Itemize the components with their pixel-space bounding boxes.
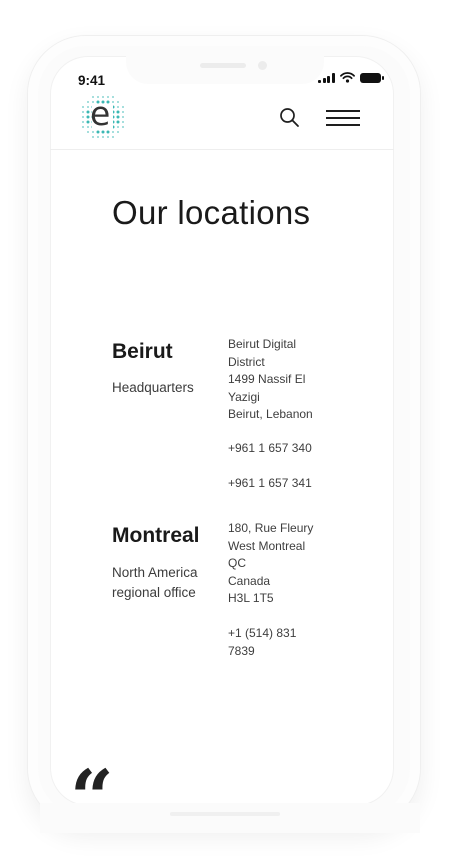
phone-link-montreal[interactable]: +1 (514) 831 7839	[228, 625, 323, 660]
device-bezel-bottom	[40, 803, 420, 833]
status-time: 9:41	[78, 73, 106, 88]
signal-icon	[318, 72, 335, 83]
wifi-icon	[339, 72, 355, 83]
hamburger-menu-icon	[326, 110, 360, 112]
address-line: QC	[228, 556, 246, 570]
search-icon	[280, 108, 299, 127]
brand-logo[interactable]: e	[78, 92, 128, 142]
address-line: District	[228, 354, 265, 369]
address-line: Beirut Digital	[228, 337, 297, 351]
menu-button[interactable]	[326, 106, 362, 130]
location-role-montreal: North America regional office	[112, 565, 198, 600]
location-city-beirut: Beirut	[112, 340, 173, 363]
location-city-montreal: Montreal	[112, 524, 200, 547]
speaker	[200, 63, 246, 68]
address-line: West Montreal	[228, 538, 306, 553]
logo-letter: e	[90, 94, 111, 133]
notch	[126, 50, 324, 84]
address-line: Canada	[228, 573, 271, 588]
home-indicator	[170, 812, 280, 816]
camera	[258, 61, 267, 70]
address-line: 1499 Nassif El	[228, 372, 306, 386]
location-role-beirut: Headquarters	[112, 380, 194, 395]
address-line: Beirut, Lebanon	[228, 407, 313, 421]
address-line: H3L 1T5	[228, 591, 274, 605]
site-header: e	[50, 86, 394, 150]
page-title: Our locations	[112, 194, 311, 231]
battery-icon	[359, 72, 384, 83]
address-line: 180, Rue Fleury	[228, 521, 314, 535]
phone-link-beirut-2[interactable]: +961 1 657 341	[228, 475, 323, 493]
screen	[50, 56, 394, 806]
location-address-montreal: 180, Rue Fleury West Montreal QC Canada …	[228, 520, 320, 608]
phone-link-beirut-1[interactable]: +961 1 657 340	[228, 440, 323, 458]
address-line: Yazigi	[228, 389, 260, 404]
search-button[interactable]	[278, 106, 302, 130]
status-icons	[318, 72, 384, 83]
location-address-beirut: Beirut Digital District 1499 Nassif El Y…	[228, 336, 320, 424]
